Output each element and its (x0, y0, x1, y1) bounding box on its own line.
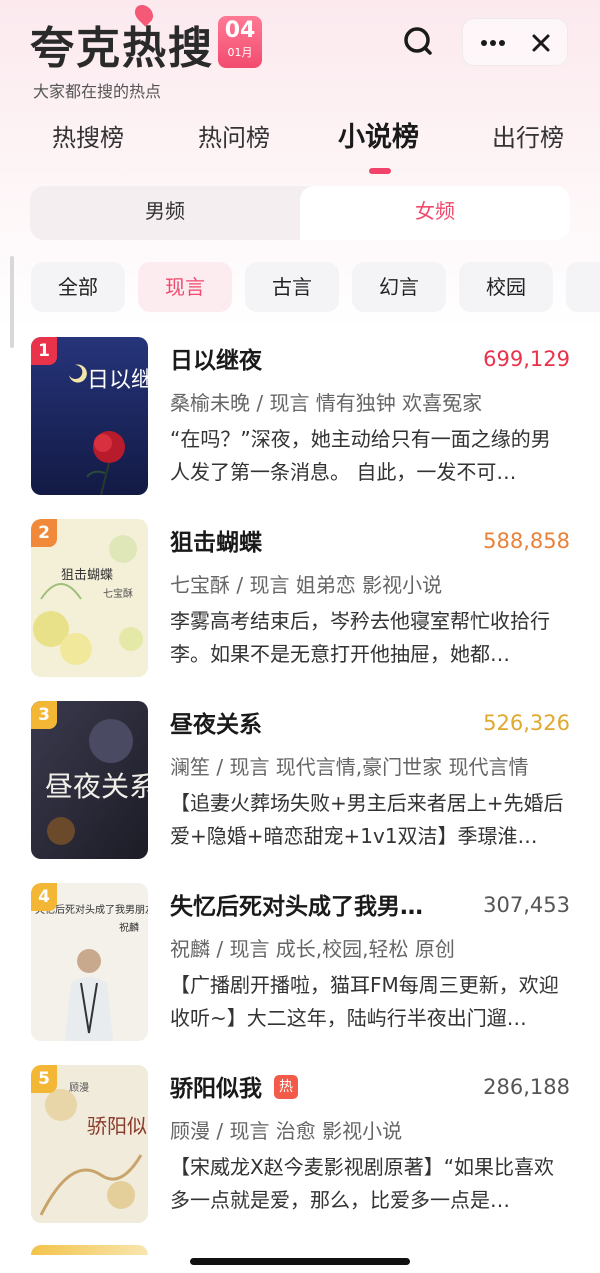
rank-badge: 5 (31, 1065, 57, 1093)
heat-value: 588,858 (483, 529, 570, 553)
book-description: 【宋威龙X赵今麦影视剧原著】“如果比喜欢多一点就是爱，那么，比爱多一点是… (170, 1155, 555, 1212)
filter-campus[interactable]: 校园 (459, 262, 553, 312)
gender-female-tab[interactable]: 女频 (300, 186, 570, 240)
book-cover[interactable]: 骄阳似我 顾漫 5 (31, 1065, 148, 1223)
book-title[interactable]: 失忆后死对头成了我男… (170, 887, 423, 921)
cover-author-text: 顾漫 (69, 1082, 89, 1094)
book-title[interactable]: 昼夜关系 (170, 705, 262, 739)
filter-next[interactable]: 同 (566, 262, 600, 312)
heat-value: 307,453 (483, 893, 570, 917)
book-title[interactable]: 狙击蝴蝶 (170, 523, 262, 557)
date-month: 01月 (227, 46, 253, 59)
filter-ancient-romance[interactable]: 古言 (245, 262, 339, 312)
book-cover[interactable]: 昼夜关系 3 (31, 701, 148, 859)
app-title: 夸克热搜 (30, 23, 214, 74)
cover-title-text: 日以继夜 (87, 368, 148, 393)
cover-author-text: 祝麟 (119, 921, 139, 934)
more-button[interactable] (473, 27, 513, 59)
book-meta: 七宝酥 / 现言 姐弟恋 影视小说 (170, 573, 443, 597)
list-item[interactable]: 狙击蝴蝶 七宝酥 2 狙击蝴蝶 588,858 七宝酥 / 现言 姐弟恋 影视小… (0, 519, 600, 689)
book-description: 【追妻火葬场失败+男主后来者居上+先婚后爱+隐婚+暗恋甜宠+1v1双洁】季璟淮… (170, 791, 564, 848)
more-dots-icon (481, 40, 505, 46)
tab-travel[interactable]: 出行榜 (492, 118, 564, 158)
hot-badge: 热 (274, 1075, 298, 1099)
close-button[interactable] (523, 27, 559, 59)
mini-program-capsule (462, 18, 568, 66)
rank-badge: 1 (31, 337, 57, 365)
list-item[interactable]: 失忆后死对头成了我男朋友? 祝麟 4 失忆后死对头成了我男… 307,453 祝… (0, 883, 600, 1053)
book-title[interactable]: 日以继夜 (170, 341, 262, 375)
book-description: “在吗？”深夜，她主动给只有一面之缘的男人发了第一条消息。 自此，一发不可… (170, 427, 551, 484)
date-badge: 04 01月 (218, 16, 262, 68)
close-icon (532, 34, 550, 52)
tab-hot-questions[interactable]: 热问榜 (198, 118, 270, 158)
book-cover[interactable]: 狙击蝴蝶 七宝酥 2 (31, 519, 148, 677)
search-icon (404, 27, 432, 55)
filter-fantasy-romance[interactable]: 幻言 (352, 262, 446, 312)
heat-value: 286,188 (483, 1075, 570, 1099)
book-meta: 祝麟 / 现言 成长,校园,轻松 原创 (170, 937, 455, 961)
book-meta: 桑榆未晚 / 现言 情有独钟 欢喜冤家 (170, 391, 483, 415)
book-meta: 顾漫 / 现言 治愈 影视小说 (170, 1119, 403, 1143)
cover-author-text: 七宝酥 (103, 587, 133, 600)
heat-value: 526,326 (483, 711, 570, 735)
heat-value: 699,129 (483, 347, 570, 371)
rank-badge: 4 (31, 883, 57, 911)
active-tab-indicator (369, 168, 391, 174)
book-description: 李雾高考结束后，岑矜去他寝室帮忙收拾行李。如果不是无意打开他抽屉，她都… (170, 609, 550, 666)
filter-modern-romance[interactable]: 现言 (138, 262, 232, 312)
header-subtitle: 大家都在搜的热点 (33, 82, 162, 101)
rank-badge: 3 (31, 701, 57, 729)
book-title[interactable]: 骄阳似我 (170, 1069, 262, 1103)
header: 夸克热搜 04 01月 大家都在搜的热点 (0, 0, 600, 110)
next-item-peek (31, 1245, 148, 1255)
genre-filters: 全部 现言 古言 幻言 校园 同 (0, 262, 600, 314)
rank-badge: 2 (31, 519, 57, 547)
home-indicator[interactable] (190, 1258, 410, 1265)
list-item[interactable]: 日以继夜 1 日以继夜 699,129 桑榆未晚 / 现言 情有独钟 欢喜冤家 … (0, 337, 600, 507)
cover-title-text: 狙击蝴蝶 (61, 568, 113, 583)
cover-title-text: 骄阳似我 (87, 1114, 148, 1138)
search-button[interactable] (398, 22, 438, 62)
list-item[interactable]: 昼夜关系 3 昼夜关系 526,326 澜笙 / 现言 现代言情,豪门世家 现代… (0, 701, 600, 871)
book-cover[interactable]: 失忆后死对头成了我男朋友? 祝麟 4 (31, 883, 148, 1041)
tab-novels[interactable]: 小说榜 (338, 118, 419, 158)
book-meta: 澜笙 / 现言 现代言情,豪门世家 现代言情 (170, 755, 529, 779)
book-cover[interactable]: 日以继夜 1 (31, 337, 148, 495)
filter-all[interactable]: 全部 (31, 262, 125, 312)
ranking-tabs: 热搜榜 热问榜 小说榜 出行榜 (0, 118, 600, 178)
gender-switch: 男频 女频 (30, 186, 570, 240)
gender-male-tab[interactable]: 男频 (30, 186, 300, 240)
list-item[interactable]: 骄阳似我 顾漫 5 骄阳似我 热 286,188 顾漫 / 现言 治愈 影视小说… (0, 1065, 600, 1235)
cover-title-text: 昼夜关系 (45, 770, 148, 803)
date-day: 04 (224, 18, 256, 43)
tab-hot-search[interactable]: 热搜榜 (52, 118, 124, 158)
book-description: 【广播剧开播啦，猫耳FM每周三更新，欢迎收听~】大二这年，陆屿行半夜出门遛… (170, 973, 559, 1030)
